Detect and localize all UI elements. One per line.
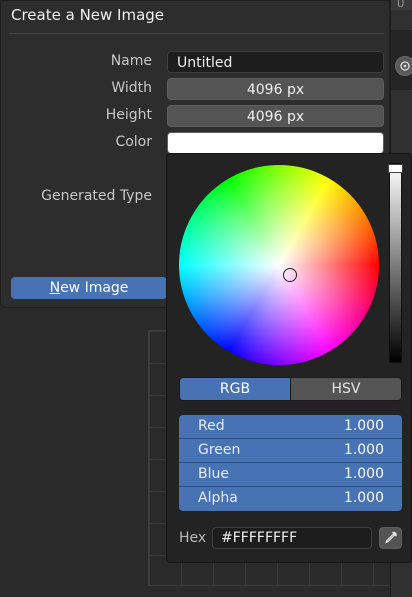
blue-channel-field[interactable]: Blue 1.000 — [179, 463, 402, 487]
new-image-label: ew Image — [60, 280, 129, 296]
hex-input[interactable]: #FFFFFFFF — [212, 527, 372, 549]
wheel-cursor[interactable] — [283, 268, 297, 282]
red-value: 1.000 — [343, 418, 384, 434]
hex-label: Hex — [179, 530, 207, 546]
tab-hsv[interactable]: HSV — [290, 378, 401, 400]
color-swatch[interactable] — [167, 132, 384, 154]
red-label: Red — [198, 418, 225, 434]
width-field[interactable]: 4096 px — [167, 78, 384, 100]
eyedropper-icon — [385, 531, 397, 544]
color-label: Color — [115, 134, 152, 150]
green-value: 1.000 — [343, 442, 384, 458]
value-slider[interactable] — [388, 163, 403, 363]
blue-label: Blue — [198, 466, 229, 482]
color-mode-toggle: RGB HSV — [179, 377, 402, 401]
hue-saturation-wheel[interactable] — [179, 165, 379, 365]
generated-type-label: Generated Type — [41, 188, 152, 204]
value-slider-handle[interactable] — [388, 164, 403, 173]
alpha-label: Alpha — [198, 490, 238, 506]
new-image-button[interactable]: New Image — [11, 277, 167, 299]
tab-rgb[interactable]: RGB — [180, 378, 290, 400]
alpha-channel-field[interactable]: Alpha 1.000 — [179, 487, 402, 511]
height-field[interactable]: 4096 px — [167, 105, 384, 127]
channel-fields: Red 1.000 Green 1.000 Blue 1.000 Alpha 1… — [179, 415, 402, 511]
name-label: Name — [110, 53, 152, 69]
panel-tab[interactable]: U — [391, 0, 412, 10]
name-input[interactable]: Untitled — [167, 51, 384, 73]
width-label: Width — [111, 80, 152, 96]
color-picker-popover: RGB HSV Red 1.000 Green 1.000 Blue 1.000… — [166, 153, 412, 563]
eyedropper-button[interactable] — [379, 527, 402, 549]
height-label: Height — [105, 107, 152, 123]
title-divider — [9, 33, 384, 34]
blue-value: 1.000 — [343, 466, 384, 482]
red-channel-field[interactable]: Red 1.000 — [179, 415, 402, 439]
new-image-mnemonic: N — [49, 280, 61, 296]
alpha-value: 1.000 — [343, 490, 384, 506]
green-label: Green — [198, 442, 241, 458]
dialog-title: Create a New Image — [11, 6, 165, 24]
green-channel-field[interactable]: Green 1.000 — [179, 439, 402, 463]
refresh-icon[interactable] — [395, 56, 412, 76]
